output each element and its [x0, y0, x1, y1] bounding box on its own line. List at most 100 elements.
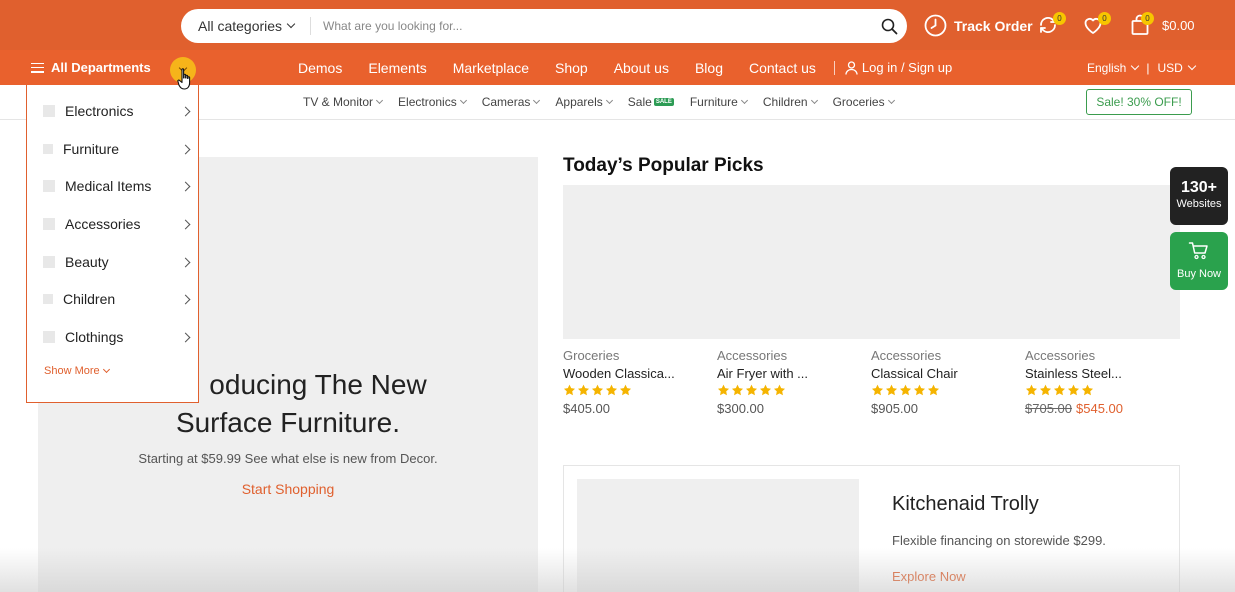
promo-subtitle: Flexible financing on storewide $299.: [892, 533, 1106, 548]
sale-badge: SALE: [653, 98, 674, 106]
nav-link-shop[interactable]: Shop: [555, 60, 588, 76]
subnav-label: Electronics: [398, 95, 457, 109]
department-item-furniture[interactable]: Furniture: [43, 138, 193, 160]
product-category: Accessories: [1025, 348, 1096, 363]
nav-link-elements[interactable]: Elements: [368, 60, 426, 76]
search-bar: All categories: [181, 9, 907, 43]
cart-button[interactable]: 0: [1128, 12, 1154, 39]
subnav-item-cameras[interactable]: Cameras: [481, 95, 541, 109]
star-icon: [1025, 384, 1038, 396]
subnav-label: Sale: [627, 95, 652, 109]
hero-title-line: Surface Furniture.: [175, 407, 401, 438]
department-item-beauty[interactable]: Beauty: [43, 251, 193, 273]
currency-select[interactable]: USD: [1157, 60, 1197, 75]
category-select[interactable]: All categories: [181, 9, 310, 43]
product-name[interactable]: Air Fryer with ...: [717, 366, 867, 381]
subnav-label: Cameras: [481, 95, 531, 109]
promo-image: [577, 479, 859, 592]
product-price: $300.00: [717, 401, 764, 416]
product-card[interactable]: Groceries Wooden Classica... $405.00: [563, 348, 713, 416]
chevron-right-icon: [180, 181, 191, 191]
electronics-icon: [43, 105, 55, 117]
subnav-item-sale[interactable]: Sale SALE: [628, 95, 674, 109]
chevron-down-icon: [887, 96, 895, 105]
subnav-label: Groceries: [832, 95, 885, 109]
wishlist-button[interactable]: 0: [1081, 12, 1111, 39]
star-icon: [899, 384, 912, 396]
explore-now-link[interactable]: Explore Now: [892, 569, 966, 584]
chevron-down-icon: [810, 96, 818, 105]
clock-icon: [924, 14, 947, 37]
star-icon: [577, 384, 590, 396]
nav-link-contact-us[interactable]: Contact us: [749, 60, 816, 76]
department-item-medical-items[interactable]: Medical Items: [43, 175, 193, 197]
product-card[interactable]: Accessories Stainless Steel... $705.00 $5…: [1025, 348, 1175, 416]
buy-now-widget[interactable]: Buy Now: [1170, 232, 1228, 290]
product-rating: [717, 384, 867, 398]
nav-link-marketplace[interactable]: Marketplace: [453, 60, 529, 76]
currency-label: USD: [1157, 60, 1183, 75]
subnav-label: Children: [762, 95, 808, 109]
department-label: Electronics: [65, 103, 134, 119]
nav-link-demos[interactable]: Demos: [298, 60, 342, 76]
subnav-label: Furniture: [689, 95, 738, 109]
track-order-link[interactable]: Track Order: [924, 14, 1033, 37]
search-button[interactable]: [871, 9, 907, 43]
compare-count-badge: 0: [1053, 12, 1066, 25]
star-icon: [1053, 384, 1066, 396]
search-input[interactable]: [311, 19, 871, 33]
department-item-accessories[interactable]: Accessories: [43, 213, 193, 235]
medical-icon: [43, 180, 55, 192]
locale-switcher: English | USD: [1087, 50, 1197, 85]
department-label: Beauty: [65, 254, 109, 270]
department-item-children[interactable]: Children: [43, 288, 193, 310]
subnav-item-children[interactable]: Children: [762, 95, 818, 109]
top-bar: All categories Track Order 0 0 0 $0.00: [0, 0, 1235, 50]
show-more-button[interactable]: Show More: [44, 365, 110, 377]
subnav-label: Apparels: [555, 95, 603, 109]
department-item-electronics[interactable]: Electronics: [43, 100, 193, 122]
subnav-item-apparels[interactable]: Apparels: [555, 95, 613, 109]
nav-link-blog[interactable]: Blog: [695, 60, 723, 76]
product-category: Groceries: [563, 348, 620, 363]
beauty-icon: [43, 256, 55, 268]
product-name[interactable]: Wooden Classica...: [563, 366, 713, 381]
cart-total: $0.00: [1162, 18, 1195, 33]
star-icon: [913, 384, 926, 396]
star-icon: [563, 384, 576, 396]
star-icon: [1039, 384, 1052, 396]
furniture-icon: [43, 144, 53, 154]
chevron-right-icon: [180, 332, 191, 342]
hero-subtitle: Starting at $59.99 See what else is new …: [138, 451, 438, 466]
language-select[interactable]: English: [1087, 61, 1140, 75]
subnav-item-tv-monitor[interactable]: TV & Monitor: [303, 95, 384, 109]
sale-promo-button[interactable]: Sale! 30% OFF!: [1086, 89, 1192, 115]
product-card[interactable]: Accessories Classical Chair $905.00: [871, 348, 1021, 416]
product-name[interactable]: Stainless Steel...: [1025, 366, 1175, 381]
subnav-item-groceries[interactable]: Groceries: [832, 95, 895, 109]
product-rating: [563, 384, 713, 398]
all-departments-button[interactable]: All Departments: [31, 50, 151, 85]
login-link[interactable]: Log in / Sign up: [845, 60, 952, 75]
nav-link-about-us[interactable]: About us: [614, 60, 669, 76]
product-category: Accessories: [871, 348, 942, 363]
websites-widget[interactable]: 130+ Websites: [1170, 167, 1228, 225]
department-label: Furniture: [63, 141, 120, 157]
subnav-item-furniture[interactable]: Furniture: [689, 95, 748, 109]
start-shopping-button[interactable]: Start Shopping: [242, 481, 335, 497]
department-item-clothings[interactable]: Clothings: [43, 326, 193, 348]
product-name[interactable]: Classical Chair: [871, 366, 1021, 381]
star-icon: [717, 384, 730, 396]
nav-divider: [833, 60, 835, 75]
chevron-down-icon: [286, 19, 296, 29]
compare-button[interactable]: 0: [1036, 12, 1066, 39]
chevron-right-icon: [180, 257, 191, 267]
star-icon: [619, 384, 632, 396]
locale-divider: |: [1146, 60, 1150, 75]
product-card[interactable]: Accessories Air Fryer with ... $300.00: [717, 348, 867, 416]
subnav-item-electronics[interactable]: Electronics: [398, 95, 467, 109]
popular-picks-title: Today’s Popular Picks: [563, 155, 764, 176]
department-label: Accessories: [65, 216, 141, 232]
product-sale-price: $545.00: [1076, 401, 1123, 416]
chevron-down-icon: [1131, 61, 1140, 70]
